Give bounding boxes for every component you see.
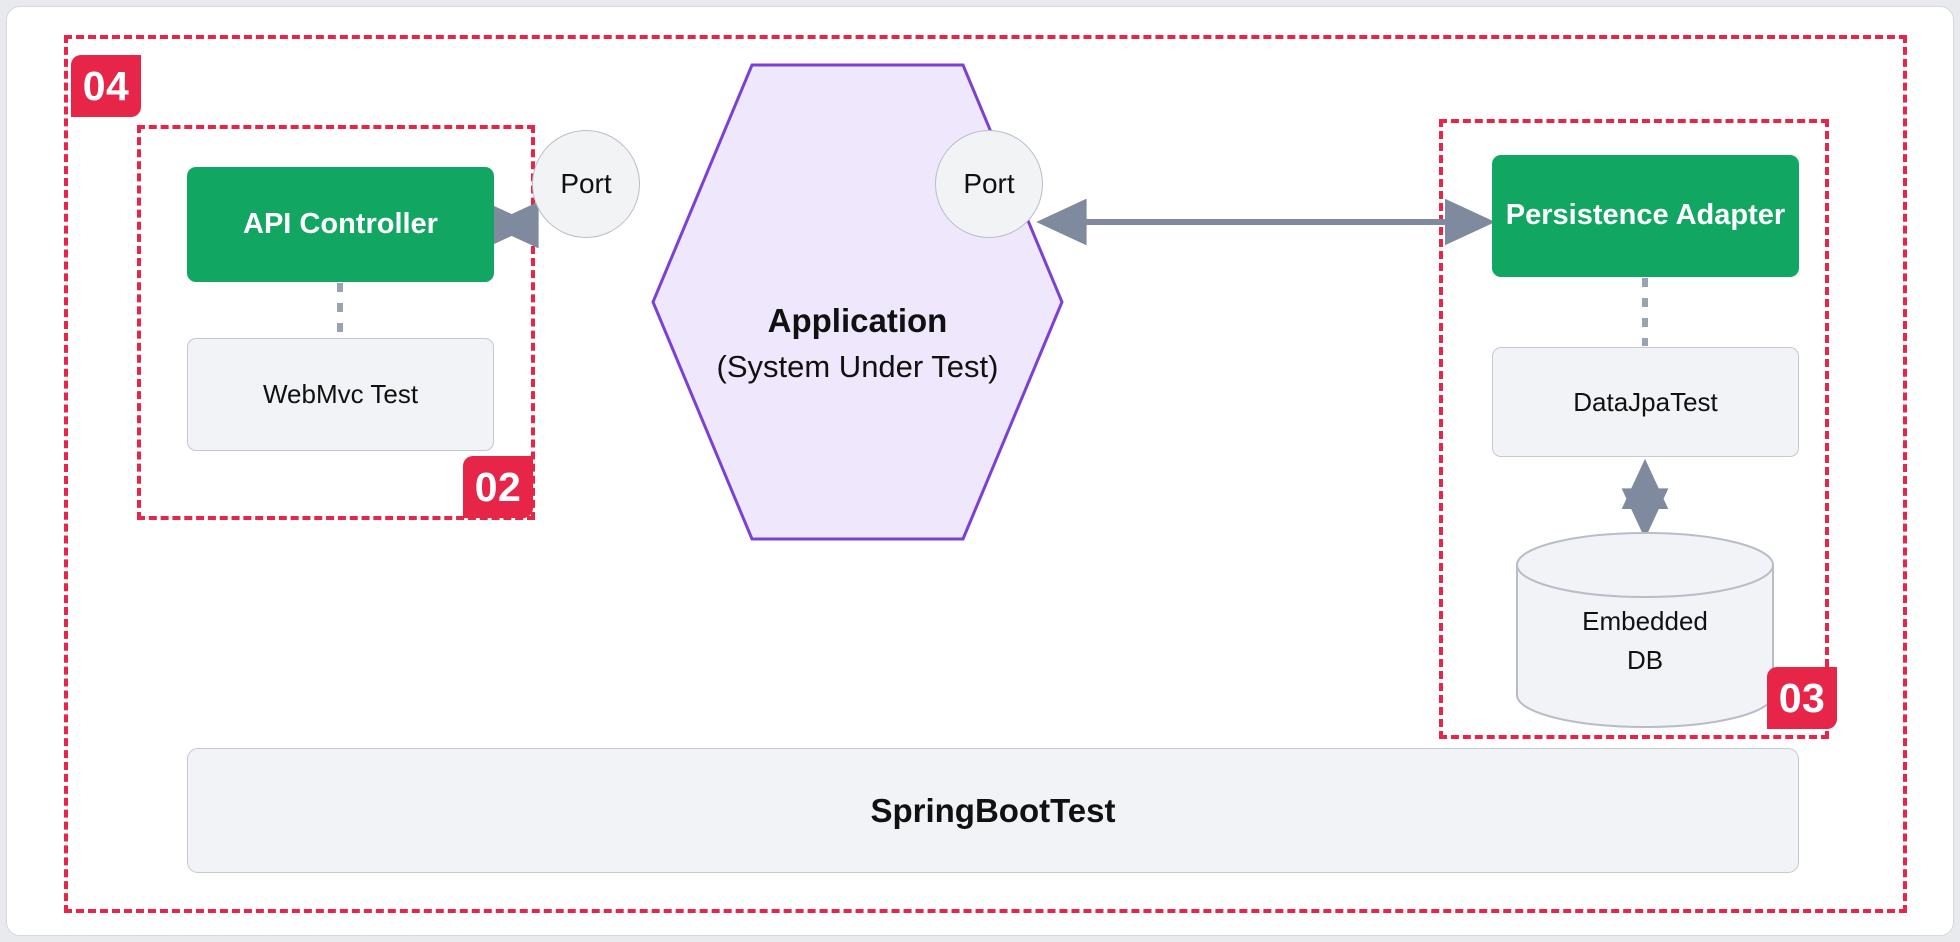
webmvc-test-label: WebMvc Test (262, 379, 419, 409)
badge-03: 03 (1767, 667, 1837, 729)
application-title: Application (767, 302, 948, 339)
port-left: Port (532, 130, 640, 238)
springboot-test-node: SpringBootTest (187, 748, 1799, 873)
diagram-stage: Application (System Under Test) Port Por… (7, 7, 1955, 937)
datajpa-test-node: DataJpaTest (1492, 347, 1799, 457)
port-right: Port (935, 130, 1043, 238)
webmvc-test-node: WebMvc Test (187, 338, 494, 451)
badge-03-label: 03 (1778, 674, 1826, 721)
embedded-db-label-line2: DB (1626, 645, 1664, 675)
application-label-group: Application (System Under Test) (645, 297, 1070, 390)
persistence-adapter-node: Persistence Adapter (1492, 155, 1799, 277)
springboot-test-label: SpringBootTest (870, 791, 1116, 829)
badge-04-label: 04 (82, 62, 130, 109)
port-left-label: Port (560, 168, 612, 199)
api-controller-node: API Controller (187, 167, 494, 282)
api-controller-label: API Controller (243, 207, 438, 240)
port-right-label: Port (963, 168, 1015, 199)
embedded-db-label-line1: Embedded (1582, 606, 1708, 636)
datajpa-test-label: DataJpaTest (1573, 386, 1718, 417)
application-subtitle: (System Under Test) (716, 348, 999, 384)
badge-02: 02 (463, 456, 533, 518)
badge-02-label: 02 (474, 463, 522, 510)
persistence-adapter-label: Persistence Adapter (1505, 199, 1786, 232)
embedded-db-label-group: Embedded DB (1517, 602, 1773, 680)
badge-04: 04 (71, 55, 141, 117)
diagram-card: Application (System Under Test) Port Por… (6, 6, 1954, 936)
